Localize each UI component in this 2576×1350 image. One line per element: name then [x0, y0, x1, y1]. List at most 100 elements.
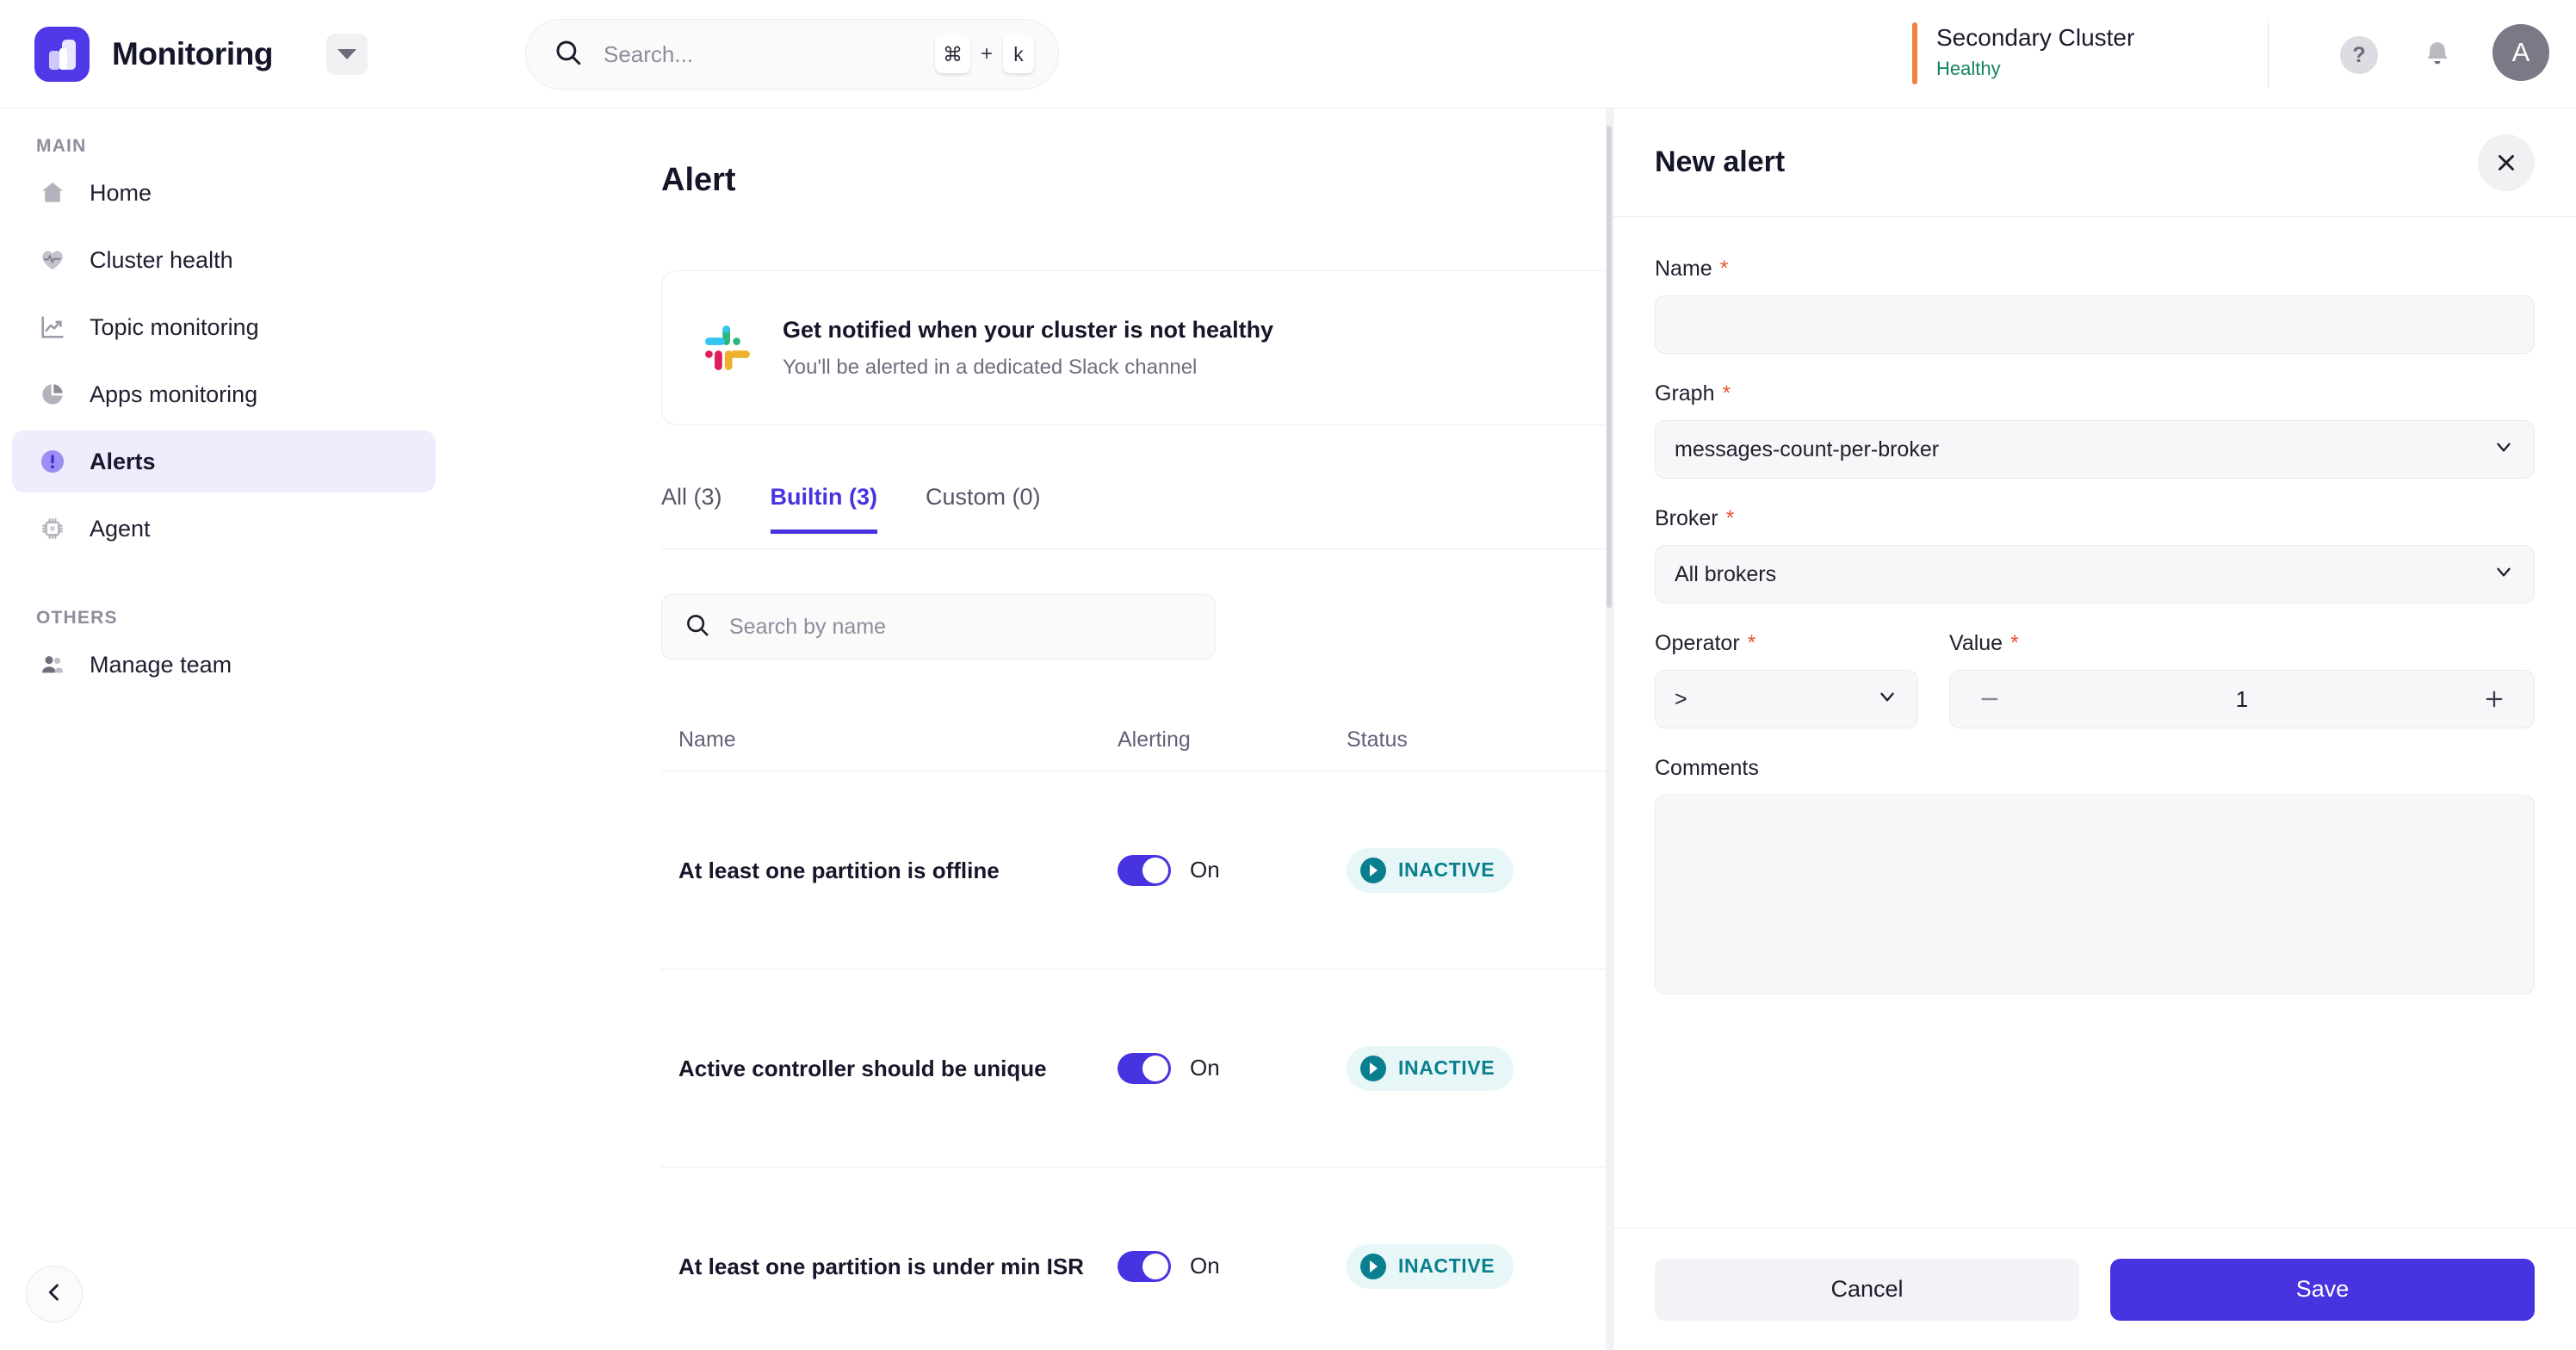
slack-notify-card[interactable]: Get notified when your cluster is not he… — [661, 270, 1613, 425]
alert-name: Active controller should be unique — [678, 1055, 1047, 1081]
label-text: Comments — [1655, 756, 1759, 780]
status-badge: INACTIVE — [1347, 847, 1514, 893]
avatar[interactable]: A — [2492, 24, 2549, 81]
field-label-comments: Comments — [1655, 756, 2535, 781]
column-header-status: Status — [1347, 728, 1408, 752]
chevron-down-icon — [337, 48, 357, 59]
play-circle-icon — [1360, 1055, 1386, 1081]
alert-name-input[interactable] — [1655, 295, 2535, 354]
search-input[interactable] — [604, 40, 935, 68]
graph-select[interactable]: messages-count-per-broker — [1655, 420, 2535, 479]
cluster-status: Healthy — [1936, 58, 2001, 79]
value-stepper-value[interactable]: 1 — [2007, 686, 2477, 713]
cluster-info[interactable]: Secondary Cluster Healthy — [1912, 22, 2134, 84]
cancel-button[interactable]: Cancel — [1655, 1258, 2079, 1321]
table-row[interactable]: At least one partition is offline On INA… — [661, 771, 1613, 969]
alerting-toggle[interactable] — [1118, 1052, 1171, 1084]
panel-header: New alert — [1613, 108, 2576, 217]
help-circle-icon[interactable]: ? — [2340, 36, 2378, 74]
main-content: Alert Get notified when your cluster is … — [448, 108, 1613, 1350]
sidebar-item-manage-team[interactable]: Manage team — [12, 634, 436, 696]
operator-select[interactable]: > — [1655, 670, 1918, 728]
status-badge-label: INACTIVE — [1398, 1056, 1495, 1079]
search-icon — [554, 38, 583, 71]
label-text: Graph — [1655, 381, 1715, 406]
slack-card-title: Get notified when your cluster is not he… — [783, 316, 1274, 343]
minus-icon[interactable] — [1972, 682, 2007, 716]
status-badge: INACTIVE — [1347, 1045, 1514, 1091]
graph-select-value: messages-count-per-broker — [1675, 437, 1940, 461]
search-by-name-input[interactable] — [729, 614, 1215, 640]
status-cell: INACTIVE — [1347, 847, 1596, 893]
header-divider — [2268, 22, 2269, 88]
table-header-row: Name Alerting Status — [661, 709, 1613, 771]
sidebar-section-others: OTHERS — [36, 608, 118, 628]
tab-builtin[interactable]: Builtin (3) — [770, 484, 877, 534]
top-bar: Monitoring ⌘ + k Secondary Cluster Healt… — [0, 0, 2576, 108]
close-icon[interactable] — [2478, 133, 2535, 191]
value-stepper: 1 — [1949, 670, 2535, 728]
alerting-label: On — [1190, 857, 1220, 882]
sidebar-item-home[interactable]: Home — [12, 162, 436, 224]
alert-name: At least one partition is under min ISR — [678, 1253, 1084, 1279]
sidebar-item-label: Alerts — [90, 448, 156, 474]
sidebar-item-label: Cluster health — [90, 246, 233, 273]
required-marker: * — [2010, 631, 2019, 655]
sidebar-item-apps-monitoring[interactable]: Apps monitoring — [12, 363, 436, 425]
alert-name: At least one partition is offline — [678, 857, 1000, 883]
sidebar-item-label: Manage team — [90, 651, 232, 678]
table-row[interactable]: At least one partition is under min ISR … — [661, 1167, 1613, 1350]
play-circle-icon — [1360, 857, 1386, 883]
cluster-switch-button[interactable] — [326, 33, 368, 75]
plus-icon[interactable] — [2477, 682, 2511, 716]
operator-value-row: Operator * > Value * 1 — [1655, 631, 2535, 728]
table-row[interactable]: Active controller should be unique On IN… — [661, 969, 1613, 1167]
column-header-name: Name — [678, 728, 736, 752]
heart-pulse-icon — [36, 246, 69, 274]
field-label-graph: Graph * — [1655, 381, 2535, 406]
sidebar-item-label: Apps monitoring — [90, 381, 258, 407]
bell-icon[interactable] — [2415, 33, 2460, 77]
chevron-down-icon — [2492, 560, 2515, 589]
field-label-operator: Operator * — [1655, 631, 1918, 656]
required-marker: * — [1725, 506, 1735, 530]
tab-custom[interactable]: Custom (0) — [926, 484, 1041, 534]
column-header-alerting: Alerting — [1118, 728, 1191, 752]
cluster-accent-bar — [1912, 22, 1917, 84]
chevron-down-icon — [2492, 436, 2515, 464]
slack-icon — [703, 324, 752, 372]
sidebar-item-topic-monitoring[interactable]: Topic monitoring — [12, 296, 436, 358]
sidebar-item-alerts[interactable]: Alerts — [12, 430, 436, 492]
broker-select[interactable]: All brokers — [1655, 545, 2535, 604]
panel-title: New alert — [1655, 146, 1786, 178]
comments-textarea[interactable] — [1655, 795, 2535, 994]
label-text: Value — [1949, 631, 2003, 655]
field-name: Name * — [1655, 257, 2535, 354]
main-scrollbar[interactable] — [1606, 108, 1613, 1350]
required-marker: * — [1747, 631, 1756, 655]
main-scrollbar-thumb[interactable] — [1607, 126, 1612, 608]
alert-exclamation-icon — [36, 447, 69, 476]
label-text: Name — [1655, 257, 1712, 281]
field-label-broker: Broker * — [1655, 506, 2535, 531]
tab-all[interactable]: All (3) — [661, 484, 722, 534]
search-icon — [684, 612, 710, 642]
alert-name-search[interactable] — [661, 594, 1216, 660]
panel-body: Name * Graph * messages-count-per-broker… — [1613, 217, 2576, 1228]
field-operator: Operator * > — [1655, 631, 1918, 728]
save-button[interactable]: Save — [2110, 1258, 2535, 1321]
alerting-toggle[interactable] — [1118, 1250, 1171, 1282]
brand: Monitoring — [34, 26, 274, 82]
kbd-plus: + — [980, 42, 993, 65]
sidebar-item-label: Topic monitoring — [90, 313, 259, 340]
sidebar-item-cluster-health[interactable]: Cluster health — [12, 229, 436, 291]
broker-select-value: All brokers — [1675, 561, 1777, 586]
sidebar-item-agent[interactable]: Agent — [12, 498, 436, 560]
alerting-label: On — [1190, 1055, 1220, 1081]
alerting-toggle[interactable] — [1118, 854, 1171, 886]
sidebar: MAIN Home Cluster health Topic monitorin… — [0, 108, 448, 1350]
global-search[interactable]: ⌘ + k — [525, 19, 1059, 90]
sidebar-item-label: Home — [90, 179, 152, 206]
sidebar-collapse-button[interactable] — [26, 1266, 83, 1322]
alerts-table: Name Alerting Status At least one partit… — [661, 709, 1613, 1350]
